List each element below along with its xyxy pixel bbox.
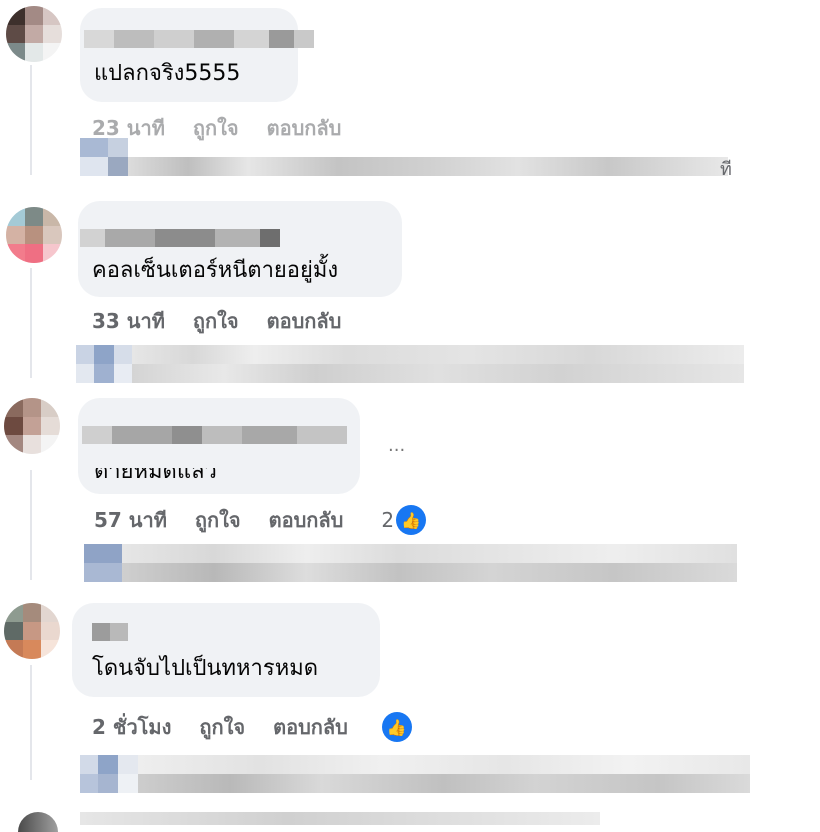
avatar[interactable] — [18, 812, 58, 832]
comment-text: โดนจับไปเป็นทหารหมด — [92, 656, 319, 681]
reply-preview[interactable] — [84, 544, 737, 582]
author-name[interactable] — [92, 623, 128, 641]
reaction-count[interactable]: 2 — [381, 508, 394, 532]
reply-preview[interactable] — [80, 138, 728, 176]
reply-hint: ที — [720, 159, 732, 180]
author-name[interactable] — [82, 426, 347, 444]
timestamp[interactable]: 57 นาที — [94, 504, 167, 536]
reply-preview[interactable] — [76, 345, 744, 383]
author-name[interactable] — [84, 30, 314, 48]
reply-link[interactable]: ตอบกลับ — [273, 711, 348, 743]
reply-link[interactable]: ตอบกลับ — [269, 504, 344, 536]
avatar[interactable] — [4, 398, 60, 454]
like-link[interactable]: ถูกใจ — [193, 305, 239, 337]
comment-actions: 2 ชั่วโมง ถูกใจ ตอบกลับ 👍 — [92, 711, 412, 743]
timestamp[interactable]: 33 นาที — [92, 305, 165, 337]
thumbs-up-icon[interactable]: 👍 — [381, 712, 412, 742]
reply-preview[interactable] — [80, 755, 750, 793]
author-name[interactable] — [80, 229, 280, 247]
author-name — [80, 812, 600, 825]
thread-line — [30, 65, 32, 175]
comment-actions: 57 นาที ถูกใจ ตอบกลับ 2 👍 — [94, 504, 427, 536]
reply-link[interactable]: ตอบกลับ — [267, 305, 342, 337]
thread-line — [30, 665, 32, 780]
comment-trail: ... — [388, 435, 406, 456]
timestamp[interactable]: 2 ชั่วโมง — [92, 711, 171, 743]
comment-text: แปลกจริง5555 — [94, 61, 241, 86]
like-link[interactable]: ถูกใจ — [199, 711, 245, 743]
thumbs-up-icon[interactable]: 👍 — [396, 505, 427, 535]
thread-line — [30, 268, 32, 378]
avatar[interactable] — [4, 603, 60, 659]
comment-text: คอลเซ็นเตอร์หนีตายอยู่มั้ง — [92, 258, 339, 283]
avatar[interactable] — [6, 207, 62, 263]
comment-actions: 33 นาที ถูกใจ ตอบกลับ — [92, 305, 369, 337]
thread-line — [30, 470, 32, 580]
like-link[interactable]: ถูกใจ — [195, 504, 241, 536]
avatar[interactable] — [6, 6, 62, 62]
